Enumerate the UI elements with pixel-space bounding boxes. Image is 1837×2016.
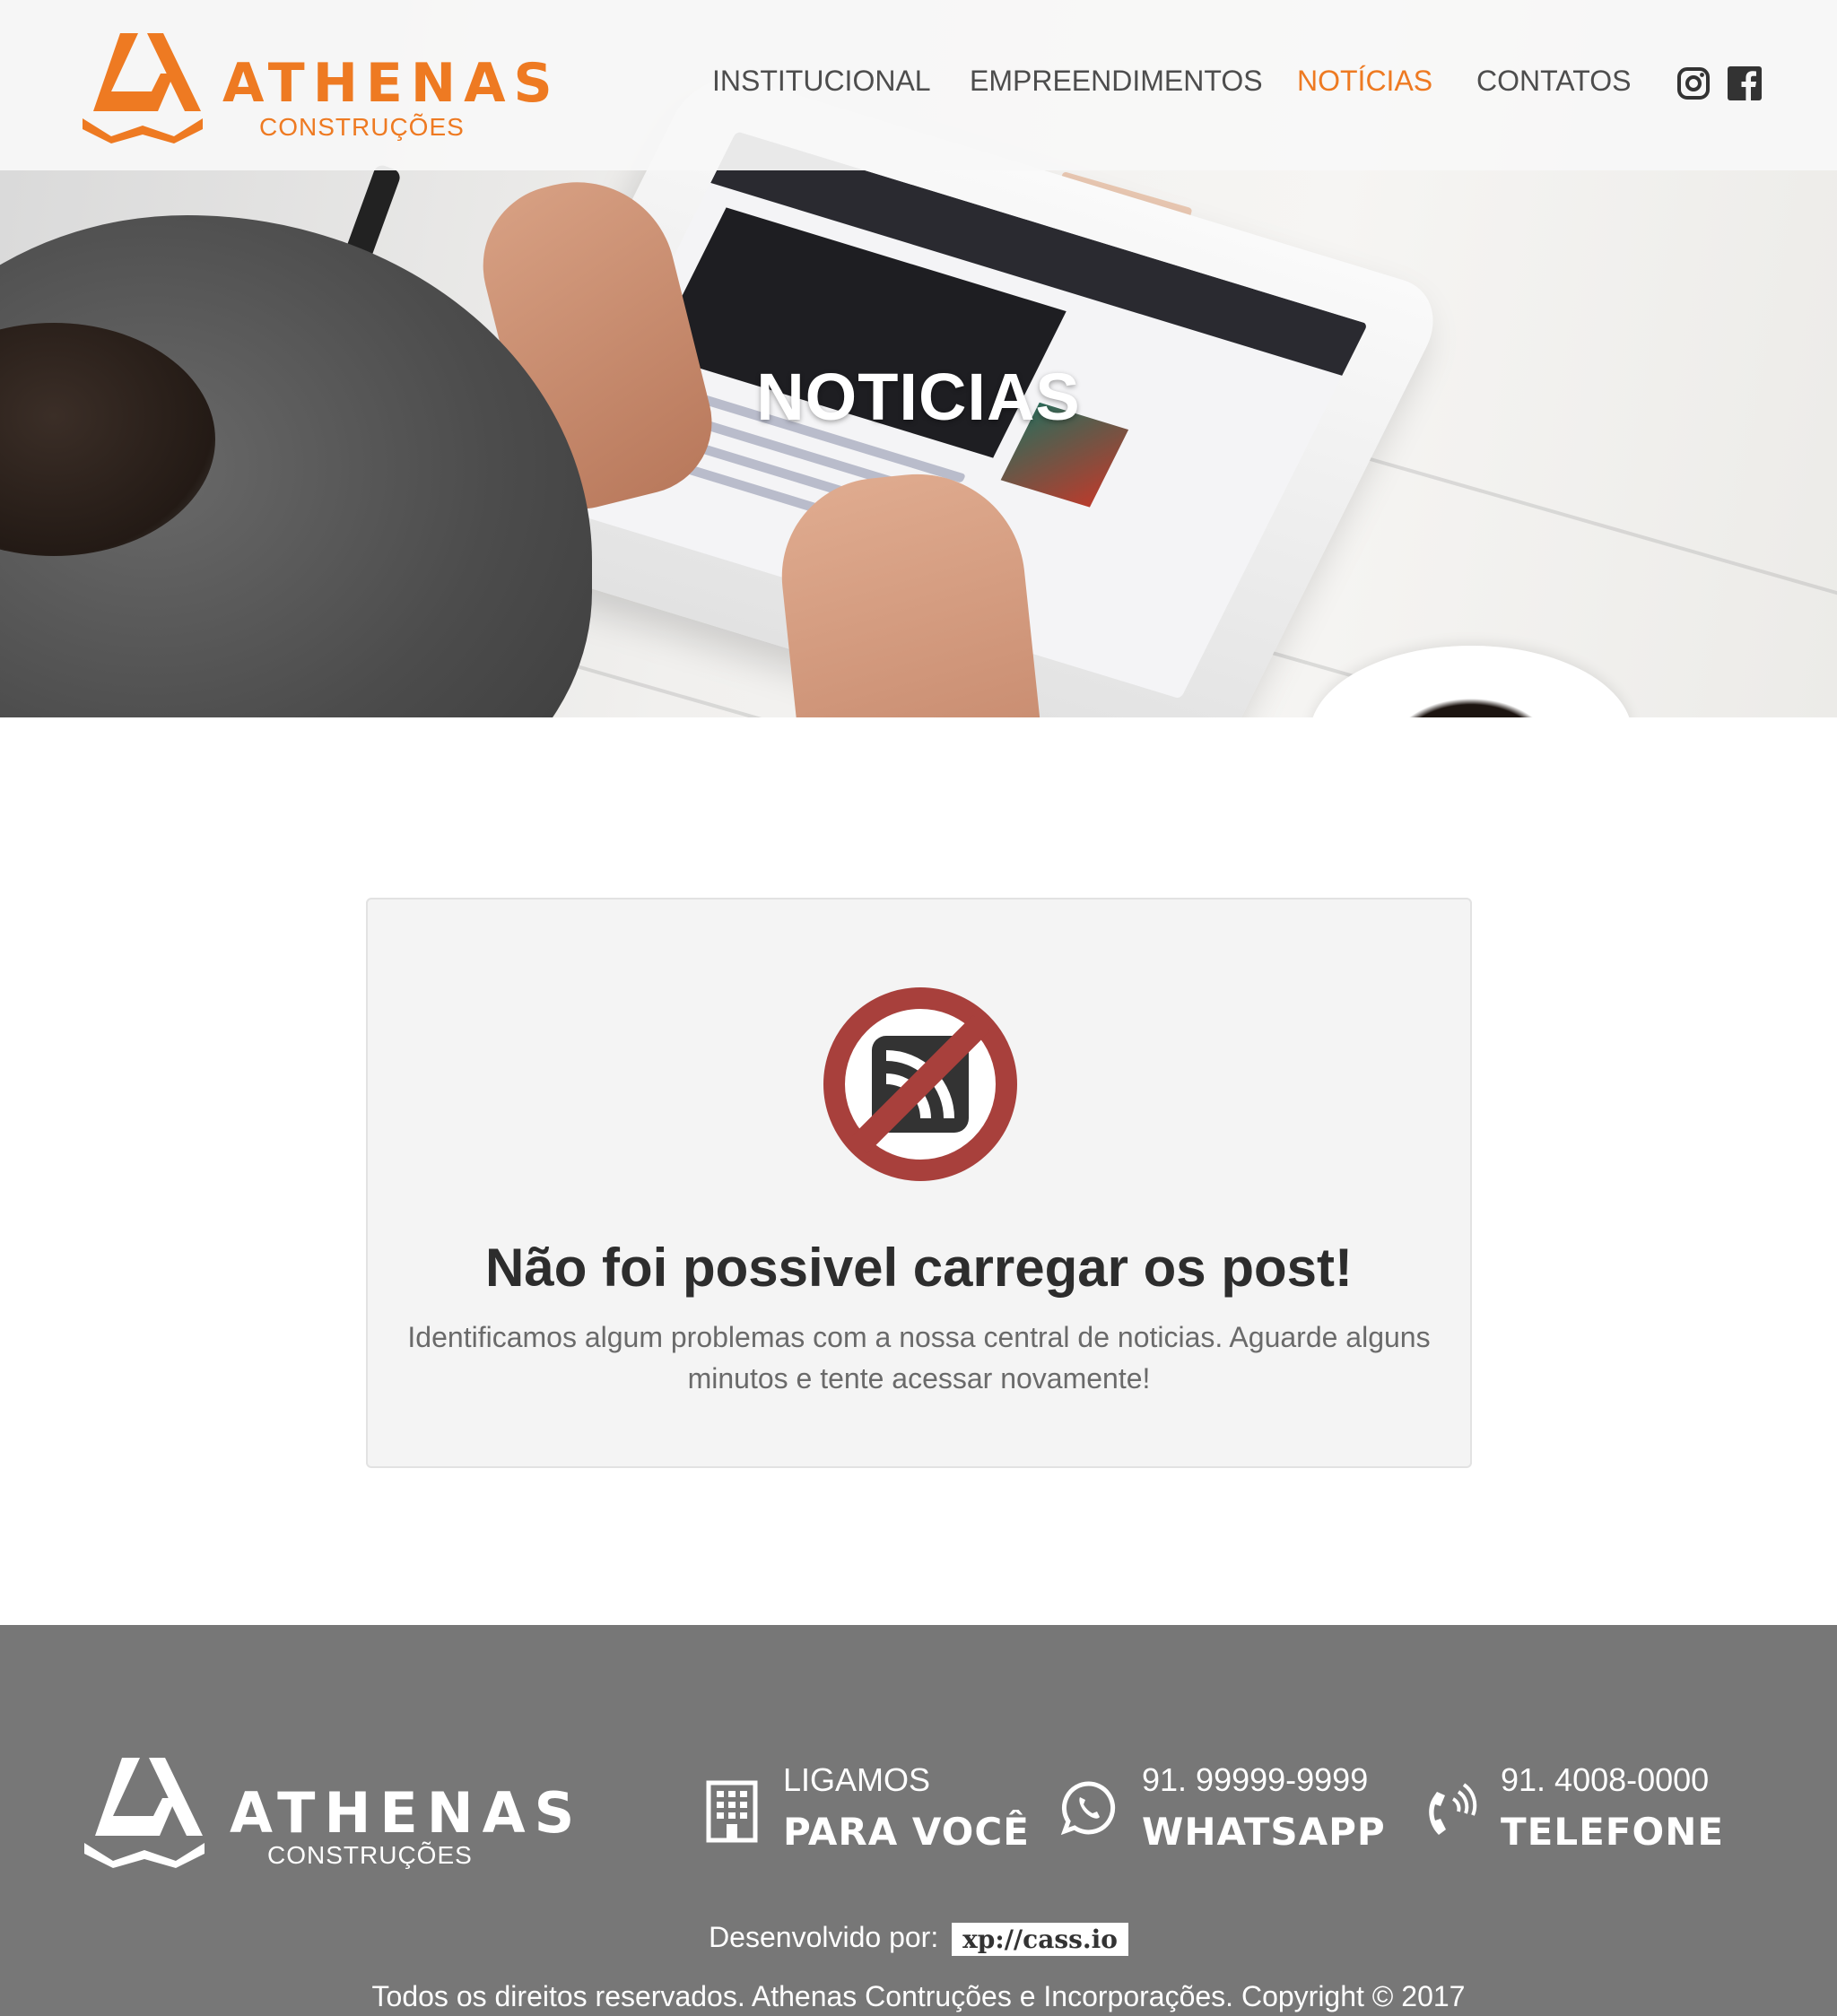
page-title: NOTICIAS <box>756 360 1081 434</box>
contact-top: 91. 99999-9999 <box>1142 1761 1369 1798</box>
developed-by-label: Desenvolvido por: <box>709 1921 939 1953</box>
brand-name: ATHENAS <box>222 52 561 115</box>
phone-icon <box>1429 1783 1477 1835</box>
footer-brand-name: ATHENAS <box>230 1780 584 1846</box>
brand-logo[interactable]: ATHENAS CONSTRUÇÕES <box>75 29 553 145</box>
error-message: Identificamos algum problemas com a noss… <box>407 1321 1431 1395</box>
error-title: Não foi possivel carregar os post! <box>485 1238 1353 1298</box>
hero-coffee-cup <box>1310 646 1632 717</box>
nav-contatos[interactable]: CONTATOS <box>1476 65 1631 98</box>
contact-bottom: WHATSAPP <box>1142 1810 1386 1854</box>
nav-institucional[interactable]: INSTITUCIONAL <box>712 65 931 98</box>
contact-bottom: PARA VOCÊ <box>783 1810 1030 1854</box>
developed-by: Desenvolvido por: xp://cass.io <box>0 1921 1837 1957</box>
copyright: Todos os direitos reservados. Athenas Co… <box>371 1980 1466 2012</box>
whatsapp-icon <box>1060 1781 1116 1836</box>
contact-top: LIGAMOS <box>783 1761 931 1798</box>
site-header: ATHENAS CONSTRUÇÕES INSTITUCIONAL EMPREE… <box>0 0 1837 170</box>
building-icon <box>706 1780 758 1843</box>
site-footer: ATHENAS CONSTRUÇÕES LIGAMOS PARA VOCÊ 91… <box>0 1625 1837 2016</box>
instagram-icon[interactable] <box>1676 66 1711 100</box>
no-rss-icon <box>823 987 1017 1181</box>
error-card: Não foi possivel carregar os post! Ident… <box>366 898 1472 1468</box>
nav-noticias[interactable]: NOTÍCIAS <box>1297 65 1432 98</box>
facebook-icon[interactable] <box>1728 66 1762 100</box>
contact-telefone[interactable]: 91. 4008-0000 TELEFONE <box>1501 1761 1724 1854</box>
contact-top: 91. 4008-0000 <box>1501 1761 1710 1798</box>
athenas-logo-icon <box>83 33 203 143</box>
contact-ligamos[interactable]: LIGAMOS PARA VOCÊ <box>783 1761 1030 1854</box>
contact-whatsapp[interactable]: 91. 99999-9999 WHATSAPP <box>1142 1761 1386 1854</box>
footer-brand-logo[interactable]: ATHENAS CONSTRUÇÕES <box>77 1753 574 1879</box>
nav-empreendimentos[interactable]: EMPREENDIMENTOS <box>970 65 1263 98</box>
athenas-logo-icon <box>84 1758 205 1868</box>
footer-brand-tagline: CONSTRUÇÕES <box>267 1841 473 1869</box>
brand-tagline: CONSTRUÇÕES <box>259 113 465 141</box>
developer-link[interactable]: xp://cass.io <box>952 1923 1128 1957</box>
contact-bottom: TELEFONE <box>1501 1810 1725 1854</box>
